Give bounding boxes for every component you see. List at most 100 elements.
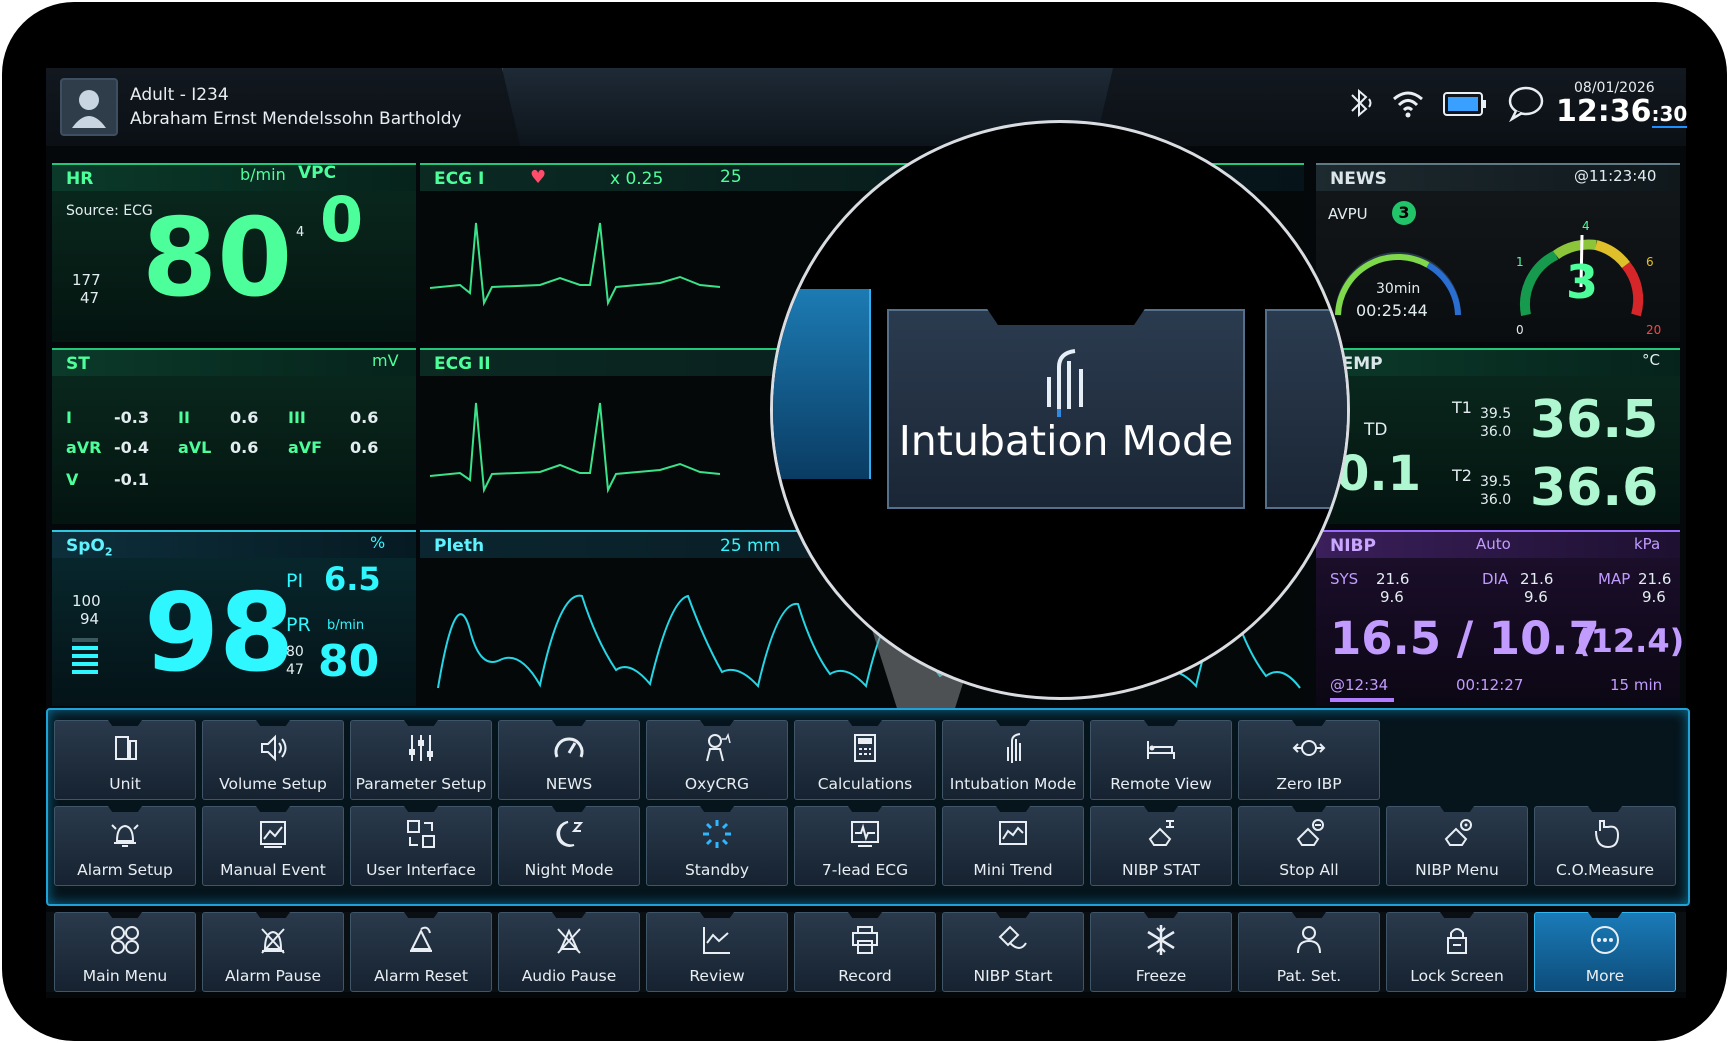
moon-icon bbox=[556, 821, 584, 847]
review-button[interactable]: Review bbox=[646, 912, 788, 992]
news-button[interactable]: NEWS bbox=[498, 720, 640, 800]
button-label: NIBP STAT bbox=[1121, 861, 1201, 879]
stop-all-button[interactable]: Stop All bbox=[1238, 806, 1380, 886]
lock-icon bbox=[1447, 928, 1467, 954]
button-label: 7-lead ECG bbox=[821, 861, 909, 879]
news-score: 3 bbox=[1566, 255, 1599, 309]
alarm-setup-button[interactable]: Alarm Setup bbox=[54, 806, 196, 886]
spo2-value: 98 bbox=[144, 571, 295, 696]
heart-icon: ♥ bbox=[530, 167, 547, 188]
bell-icon bbox=[111, 824, 139, 847]
patient-category[interactable]: Adult - I234 bbox=[130, 85, 229, 105]
button-label: Zero IBP bbox=[1276, 775, 1342, 793]
message-icon[interactable] bbox=[1506, 84, 1546, 126]
dia-alarm-low: 9.6 bbox=[1524, 588, 1548, 606]
alarm-reset-icon bbox=[410, 926, 432, 952]
nibp-panel[interactable]: NIBP Auto kPa SYS 21.6 9.6 DIA 21.6 9.6 … bbox=[1316, 530, 1684, 706]
mini-trend-button[interactable]: Mini Trend bbox=[942, 806, 1084, 886]
zero-ibp-button[interactable]: Zero IBP bbox=[1238, 720, 1380, 800]
alarm-reset-button[interactable]: Alarm Reset bbox=[350, 912, 492, 992]
st-value: -0.3 bbox=[114, 408, 149, 427]
button-label: Review bbox=[689, 967, 745, 985]
manual-event-button[interactable]: Manual Event bbox=[202, 806, 344, 886]
hr-panel[interactable]: HR b/min VPC Source: ECG 177 47 80 0 4 bbox=[52, 163, 416, 342]
button-label: OxyCRG bbox=[684, 775, 750, 793]
remote-view-button[interactable]: Remote View bbox=[1090, 720, 1232, 800]
volume-setup-button[interactable]: Volume Setup bbox=[202, 720, 344, 800]
button-label: Manual Event bbox=[220, 861, 326, 879]
pi-label: PI bbox=[286, 570, 304, 592]
news-panel[interactable]: NEWS @11:23:40 AVPU 3 30min 00:25:44 3 0… bbox=[1316, 163, 1680, 342]
nibp-title: NIBP bbox=[1330, 536, 1376, 556]
spo2-title-bar: SpO2 bbox=[52, 530, 416, 558]
lock-screen-button[interactable]: Lock Screen bbox=[1386, 912, 1528, 992]
audio-pause-button[interactable]: Audio Pause bbox=[498, 912, 640, 992]
clock-display: 12:36:30 bbox=[1556, 94, 1688, 129]
nibp-unit: kPa bbox=[1634, 535, 1661, 553]
hr-alarm-high: 177 bbox=[72, 271, 101, 289]
monitor-bezel: Adult - I234 Abraham Ernst Mendelssohn B… bbox=[2, 2, 1727, 1041]
t2-alarm-high: 39.5 bbox=[1480, 474, 1512, 490]
ecg1-speed[interactable]: 25 bbox=[720, 167, 742, 187]
st-value: -0.1 bbox=[114, 470, 149, 489]
nibp-stat-button[interactable]: NIBP STAT bbox=[1090, 806, 1232, 886]
ecg1-title: ECG I bbox=[434, 169, 485, 189]
spo2-panel[interactable]: SpO2 % 100 94 98 PI 6.5 PR b/min 80 47 8… bbox=[52, 530, 416, 706]
pr-alarm-high: 80 bbox=[286, 644, 304, 660]
st-lead: III bbox=[288, 408, 306, 427]
parameter-setup-button[interactable]: Parameter Setup bbox=[350, 720, 492, 800]
hr-source: Source: ECG bbox=[66, 203, 153, 219]
pleth-speed[interactable]: 25 mm bbox=[720, 536, 780, 556]
patient-name[interactable]: Abraham Ernst Mendelssohn Bartholdy bbox=[130, 109, 462, 129]
trend-icon bbox=[999, 821, 1027, 845]
alarm-pause-button[interactable]: Alarm Pause bbox=[202, 912, 344, 992]
wifi-icon[interactable] bbox=[1390, 86, 1426, 124]
standby-button[interactable]: Standby bbox=[646, 806, 788, 886]
night-mode-button[interactable]: Night Mode bbox=[498, 806, 640, 886]
7-lead-ecg-button[interactable]: 7-lead ECG bbox=[794, 806, 936, 886]
main-menu-button[interactable]: Main Menu bbox=[54, 912, 196, 992]
nibp-menu-button[interactable]: NIBP Menu bbox=[1386, 806, 1528, 886]
calculations-button[interactable]: Calculations bbox=[794, 720, 936, 800]
bluetooth-icon[interactable] bbox=[1344, 86, 1374, 124]
news-scale-1: 1 bbox=[1516, 255, 1524, 269]
patient-setup-button[interactable]: Pat. Set. bbox=[1238, 912, 1380, 992]
header-bar: Adult - I234 Abraham Ernst Mendelssohn B… bbox=[46, 68, 1688, 146]
patient-avatar[interactable] bbox=[60, 78, 118, 136]
st-panel[interactable]: ST mV I -0.3 II 0.6 III 0.6 aVR -0.4 aVL… bbox=[52, 348, 416, 524]
st-lead: V bbox=[66, 470, 79, 489]
nibp-menu-icon bbox=[1444, 819, 1472, 846]
more-icon bbox=[1591, 926, 1619, 954]
news-time: @11:23:40 bbox=[1574, 167, 1657, 185]
more-button[interactable]: More bbox=[1534, 912, 1676, 992]
intubation-icon bbox=[1007, 733, 1021, 763]
calculator-icon bbox=[854, 734, 876, 762]
nibp-start-button[interactable]: NIBP Start bbox=[942, 912, 1084, 992]
temp-title-bar: TEMP bbox=[1316, 348, 1680, 376]
zero-ibp-icon bbox=[1292, 740, 1326, 756]
intubation-mode-button[interactable]: Intubation Mode bbox=[942, 720, 1084, 800]
ecg1-gain[interactable]: x 0.25 bbox=[610, 169, 663, 189]
unit-button[interactable]: Unit bbox=[54, 720, 196, 800]
review-chart-icon bbox=[703, 927, 730, 954]
speaker-icon bbox=[261, 734, 287, 762]
oxycrg-button[interactable]: OxyCRG bbox=[646, 720, 788, 800]
button-label: C.O.Measure bbox=[1555, 861, 1655, 879]
button-label: NEWS bbox=[545, 775, 593, 793]
magnifier-callout: Intubation Mode bbox=[770, 120, 1350, 700]
nibp-last-time: @12:34 bbox=[1330, 676, 1389, 694]
record-button[interactable]: Record bbox=[794, 912, 936, 992]
news-scale-max: 20 bbox=[1646, 323, 1662, 337]
co-measure-button[interactable]: C.O.Measure bbox=[1534, 806, 1676, 886]
st-title: ST bbox=[66, 354, 90, 374]
news-scale-min: 0 bbox=[1516, 323, 1524, 337]
button-label: Remote View bbox=[1110, 775, 1212, 793]
user-interface-button[interactable]: User Interface bbox=[350, 806, 492, 886]
td-label: TD bbox=[1364, 420, 1388, 440]
button-label: Parameter Setup bbox=[355, 775, 487, 793]
magnified-label: Intubation Mode bbox=[898, 417, 1234, 465]
button-label: Record bbox=[838, 967, 892, 985]
temp-panel[interactable]: TEMP °C TD 0.1 T1 39.5 36.0 36.5 T2 39.5… bbox=[1316, 348, 1680, 524]
freeze-button[interactable]: Freeze bbox=[1090, 912, 1232, 992]
avpu-label: AVPU bbox=[1328, 205, 1368, 223]
